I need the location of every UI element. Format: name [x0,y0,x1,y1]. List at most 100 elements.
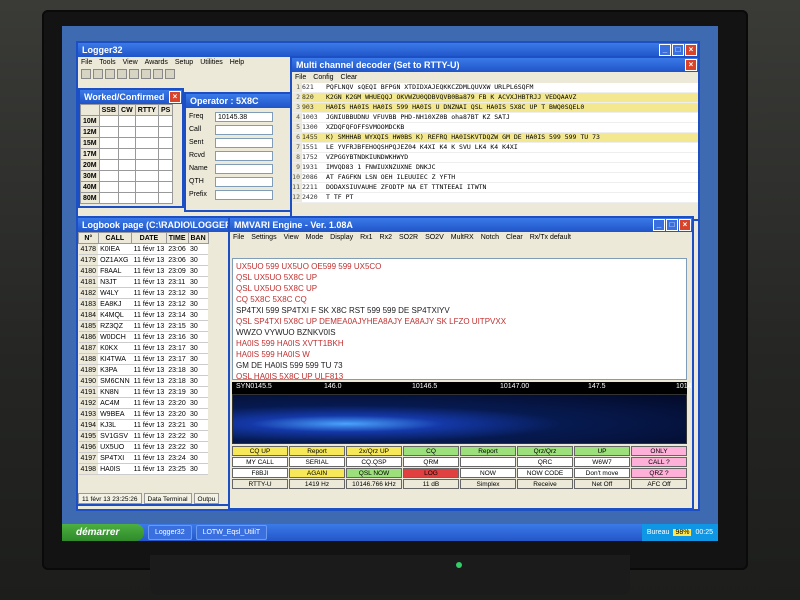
toolbar-radio-icon[interactable] [153,69,163,79]
menu-awards[interactable]: Awards [145,57,168,68]
table-row[interactable]: 4187 K0KX 11 févr 13 23:17 30 [78,342,209,354]
table-row[interactable]: 4191 KN8N 11 févr 13 23:19 30 [78,386,209,398]
logbook-col-time[interactable]: TIME [165,232,189,244]
close-icon[interactable]: × [679,219,691,231]
menu-tools[interactable]: Tools [99,57,115,68]
table-row[interactable]: 4194 KJ3L 11 févr 13 23:21 30 [78,419,209,431]
macro-button[interactable]: AGAIN [289,468,345,478]
mmvari-menu-item[interactable]: Settings [251,232,276,243]
macro-button[interactable]: QRM [403,457,459,467]
macro-button[interactable]: QRC [517,457,573,467]
table-row[interactable]: 4197 SP4TXI 11 févr 13 23:24 30 [78,452,209,464]
call-input[interactable] [215,124,273,135]
maximize-icon[interactable]: □ [672,44,684,56]
toolbar-new-icon[interactable] [81,69,91,79]
macro-button[interactable]: Net Off [574,479,630,489]
macro-button[interactable]: CQ UP [232,446,288,456]
mmvari-menu-item[interactable]: Mode [306,232,324,243]
list-item[interactable]: 1 621 PQFLNQV sQEQI BFPGN XTDIDXAJEQKKCZDM… [292,83,698,93]
table-row[interactable]: 4181 N3JT 11 févr 13 23:11 30 [78,276,209,288]
macro-button[interactable]: 11 dB [403,479,459,489]
toolbar-print-icon[interactable] [117,69,127,79]
macro-button[interactable]: UP [574,446,630,456]
mmvari-menu-item[interactable]: MultRX [451,232,474,243]
logbook-status-terminal[interactable]: Data Terminal [143,493,192,504]
list-item[interactable]: 12 2420 T TF PT [292,193,698,203]
close-icon[interactable]: × [169,91,181,103]
mmvari-menu-item[interactable]: Display [330,232,353,243]
table-row[interactable]: 4186 W0DCH 11 févr 13 23:16 30 [78,331,209,343]
macro-button[interactable]: Don't move [574,468,630,478]
list-item[interactable]: 4 1003 JGNIUBBUDNU VFUVBB PHD-NH10XZ0B oha… [292,113,698,123]
mmvari-menu-item[interactable]: Rx1 [360,232,372,243]
list-item[interactable]: 11 2211 DODAXSIUVAUHE ZFODTP NA ET TTNTEEA… [292,183,698,193]
menu-file[interactable]: File [81,57,92,68]
table-row[interactable]: 4198 HA0IS 11 févr 13 23:25 30 [78,463,209,475]
mmvari-menu-item[interactable]: SO2R [399,232,418,243]
table-row[interactable]: 4185 RZ3QZ 11 févr 13 23:15 30 [78,320,209,332]
mcd-menu-file[interactable]: File [295,72,306,83]
toolbar-text-icon[interactable] [165,69,175,79]
macro-button[interactable]: LOG [403,468,459,478]
mcd-titlebar[interactable]: Multi channel decoder (Set to RTTY-U) × [292,58,698,72]
worked-titlebar[interactable]: Worked/Confirmed × [80,90,182,104]
macro-button[interactable]: Receive [517,479,573,489]
mmvari-receive-text[interactable]: UX5UO 599 UX5UO OE599 599 UX5CO QSL UX5UO… [232,258,687,380]
macro-button[interactable]: ONLY [631,446,687,456]
list-item[interactable]: 10 2086 AT FAGFKN LSN OEH ILEUUIEC Z YFTH [292,173,698,183]
list-item[interactable]: 5 1300 XZDQFQFOFFSVMOOMDCKB [292,123,698,133]
maximize-icon[interactable]: □ [666,219,678,231]
table-row[interactable]: 4196 UX5UO 11 févr 13 23:22 30 [78,441,209,453]
macro-button[interactable]: NOW [460,468,516,478]
macro-button[interactable]: F8BJI [232,468,288,478]
mmvari-menu-item[interactable]: View [284,232,299,243]
mmvari-menu-item[interactable]: SO2V [425,232,444,243]
toolbar-open-icon[interactable] [93,69,103,79]
mmvari-menu-item[interactable]: Rx2 [380,232,392,243]
toolbar-globe-icon[interactable] [129,69,139,79]
menu-view[interactable]: View [123,57,138,68]
list-item[interactable]: 2 820 K2GN K2GM WHUEQQJ OKVWZU0QDBVQVB0Ba8… [292,93,698,103]
rcvd-input[interactable] [215,150,273,161]
name-input[interactable] [215,163,273,174]
minimize-icon[interactable]: _ [653,219,665,231]
mmvari-titlebar[interactable]: MMVARI Engine - Ver. 1.08A _ □ × [230,218,692,232]
waterfall-display[interactable] [232,394,687,444]
table-row[interactable]: 4193 W9BEA 11 févr 13 23:20 30 [78,408,209,420]
qth-input[interactable] [215,176,273,187]
battery-icon[interactable]: 98% [673,529,692,536]
macro-button[interactable]: Report [460,446,516,456]
macro-button[interactable]: SERIAL [289,457,345,467]
table-row[interactable]: 4178 K0IEA 11 févr 13 23:06 30 [78,243,209,255]
menu-utilities[interactable]: Utilities [200,57,223,68]
list-item[interactable]: 3 903 HA0IS HA0IS HA0IS 599 HA0IS U DNZNAI… [292,103,698,113]
table-row[interactable]: 4190 SM6CNN 11 févr 13 23:18 30 [78,375,209,387]
macro-button[interactable]: NOW CODE [517,468,573,478]
list-item[interactable]: 9 1931 IMVQD83 1 FNWIUXNZUXNE DNKJC [292,163,698,173]
list-item[interactable]: 7 1551 LE YVFRJBFEHOQSHPQJEZ04 K4XI K4 K S… [292,143,698,153]
macro-button[interactable]: CALL ? [631,457,687,467]
logger32-titlebar[interactable]: Logger32 _ □ × [78,43,698,57]
task-lotw[interactable]: LOTW_Eqsl_UtiliT [195,525,268,540]
table-row[interactable]: 4179 OZ1AXG 11 févr 13 23:06 30 [78,254,209,266]
close-icon[interactable]: × [685,59,697,71]
close-icon[interactable]: × [685,44,697,56]
menu-help[interactable]: Help [230,57,244,68]
logbook-titlebar[interactable]: Logbook page (C:\RADIO\LOGGER32\5X8 [78,218,244,232]
logbook-col-band[interactable]: BAN [187,232,209,244]
mmvari-menu-item[interactable]: Notch [481,232,499,243]
sent-input[interactable] [215,137,273,148]
toolbar-band-icon[interactable] [141,69,151,79]
logbook-status-output[interactable]: Outpu [193,493,220,504]
macro-button[interactable]: CQ [403,446,459,456]
table-row[interactable]: 4192 AC4M 11 févr 13 23:20 30 [78,397,209,409]
mcd-menu-config[interactable]: Config [313,72,333,83]
macro-button[interactable]: QRZ ? [631,468,687,478]
mcd-menu-clear[interactable]: Clear [341,72,358,83]
table-row[interactable]: 4182 W4LY 11 févr 13 23:12 30 [78,287,209,299]
table-row[interactable]: 4195 SV1GSV 11 févr 13 23:22 30 [78,430,209,442]
prefix-input[interactable] [215,189,273,200]
macro-button[interactable]: Simplex [460,479,516,489]
start-button[interactable]: démarrer [62,524,144,541]
logbook-col-number[interactable]: N° [78,232,99,244]
